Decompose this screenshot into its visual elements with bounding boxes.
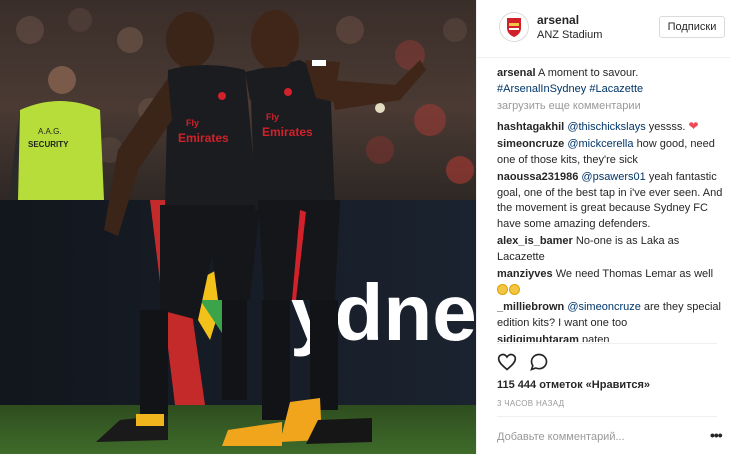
caption: arsenal A moment to savour. #ArsenalInSy… (497, 66, 725, 97)
comment: alex_is_bamer No-one is as Laka as Lacaz… (497, 234, 725, 265)
post-photo[interactable]: A.A.G. SECURITY ydne Fly Emirates Fly Em… (0, 0, 476, 454)
comment-username[interactable]: naoussa231986 (497, 171, 578, 183)
smile-emoji-icon (497, 283, 508, 295)
comments-list[interactable]: arsenal A moment to savour. #ArsenalInSy… (497, 66, 725, 342)
comment: simeoncruze @mickcerella how good, need … (497, 137, 725, 168)
avatar[interactable] (499, 12, 529, 42)
instagram-post-window: A.A.G. SECURITY ydne Fly Emirates Fly Em… (0, 0, 730, 454)
heart-emoji-icon: ❤ (688, 118, 699, 133)
comment: sidiqimuhtaram paten (497, 333, 725, 342)
caption-hashtags[interactable]: #ArsenalInSydney #Lacazette (497, 83, 643, 95)
comment: manziyves We need Thomas Lemar as well (497, 267, 725, 298)
divider (497, 343, 717, 344)
comment-mention[interactable]: @mickcerella (567, 138, 633, 150)
more-options-icon[interactable]: ••• (710, 427, 723, 443)
kit-sponsor-right-2: Emirates (262, 125, 313, 139)
security-line2: SECURITY (28, 140, 69, 149)
follow-button[interactable]: Подписки (659, 16, 725, 38)
comment-mention[interactable]: @thischickslays (567, 121, 645, 133)
divider (497, 416, 717, 417)
like-heart-icon[interactable] (497, 352, 517, 372)
comment-bubble-icon[interactable] (529, 352, 549, 372)
post-sidebar: arsenal ANZ Stadium Подписки arsenal A m… (476, 0, 730, 454)
smile-emoji-icon (509, 283, 520, 295)
security-line1: A.A.G. (38, 127, 62, 136)
kit-sponsor-left-1: Fly (186, 118, 199, 128)
comment-username[interactable]: _milliebrown (497, 301, 564, 313)
comment-text: We need Thomas Lemar as well (555, 268, 714, 280)
comment: _milliebrown @simeoncruze are they speci… (497, 300, 725, 331)
kit-sponsor-right-1: Emirates (178, 131, 229, 145)
comment: hashtagakhil @thischickslays yessss. ❤ (497, 119, 725, 136)
caption-text: A moment to savour. (537, 67, 639, 79)
comment-username[interactable]: sidiqimuhtaram (497, 334, 579, 342)
comment-mention[interactable]: @psawers01 (581, 171, 645, 183)
comment-text: paten (581, 334, 610, 342)
caption-username[interactable]: arsenal (497, 67, 536, 79)
comment-text: yessss. (648, 120, 686, 133)
post-username[interactable]: arsenal (537, 13, 579, 27)
post-header: arsenal ANZ Stadium Подписки (477, 0, 730, 58)
photo-illustration: A.A.G. SECURITY ydne Fly Emirates Fly Em… (0, 0, 476, 454)
arsenal-crest-icon (507, 18, 521, 37)
add-comment-input[interactable] (497, 430, 687, 444)
post-location[interactable]: ANZ Stadium (537, 29, 602, 41)
comment-username[interactable]: simeoncruze (497, 138, 564, 150)
comment: naoussa231986 @psawers01 yeah fantastic … (497, 170, 725, 232)
comment-username[interactable]: alex_is_bamer (497, 235, 573, 247)
comment-mention[interactable]: @simeoncruze (567, 301, 641, 313)
post-timestamp[interactable]: 3 ЧАСОВ НАЗАД (497, 399, 564, 408)
comment-username[interactable]: hashtagakhil (497, 121, 564, 133)
load-more-comments[interactable]: загрузить еще комментарии (497, 99, 725, 115)
comment-username[interactable]: manziyves (497, 268, 553, 280)
likes-count[interactable]: 115 444 отметок «Нравится» (497, 379, 650, 391)
kit-sponsor-left-2: Fly (266, 112, 279, 122)
action-bar (497, 352, 557, 374)
emoji-row (497, 283, 725, 299)
